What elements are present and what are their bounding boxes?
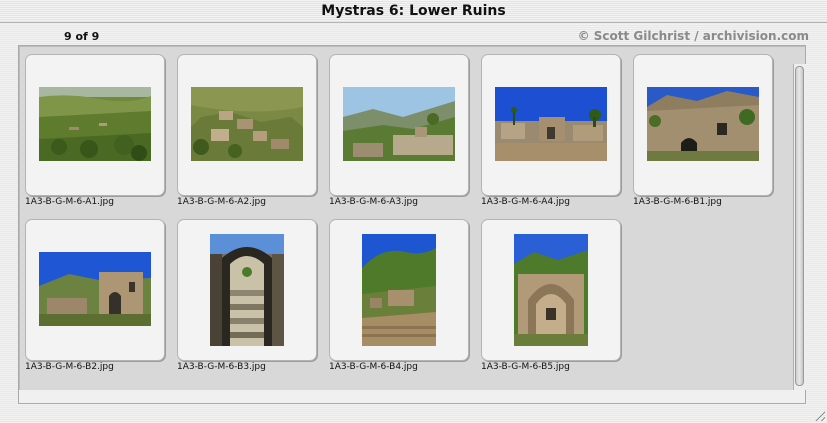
thumbnail-image[interactable] [39, 252, 151, 326]
thumbnail-item[interactable]: 1A3-B-G-M-6-B2.jpg [25, 219, 165, 379]
thumbnail-filename: 1A3-B-G-M-6-A4.jpg [481, 197, 570, 207]
thumbnail-filename: 1A3-B-G-M-6-A1.jpg [25, 197, 114, 207]
thumbnail-image[interactable] [343, 87, 455, 161]
thumbnail-item[interactable]: 1A3-B-G-M-6-A2.jpg [177, 54, 317, 214]
thumbnail-filename: 1A3-B-G-M-6-A3.jpg [329, 197, 418, 207]
thumbnail-image[interactable] [362, 234, 436, 346]
thumbnail-image[interactable] [210, 234, 284, 346]
thumbnail-item[interactable]: 1A3-B-G-M-6-B5.jpg [481, 219, 621, 379]
thumbnail-image[interactable] [647, 87, 759, 161]
thumbnail-image[interactable] [191, 87, 303, 161]
thumbnail-image[interactable] [495, 87, 607, 161]
thumbnail-item[interactable]: 1A3-B-G-M-6-A4.jpg [481, 54, 621, 214]
thumbnail-filename: 1A3-B-G-M-6-B1.jpg [633, 197, 722, 207]
image-count: 9 of 9 [64, 30, 100, 43]
thumbnail-filename: 1A3-B-G-M-6-B3.jpg [177, 362, 266, 372]
horizontal-scrollbar[interactable] [18, 390, 806, 404]
thumbnail-item[interactable]: 1A3-B-G-M-6-B1.jpg [633, 54, 773, 214]
thumbnail-filename: 1A3-B-G-M-6-B2.jpg [25, 362, 114, 372]
thumbnail-filename: 1A3-B-G-M-6-B5.jpg [481, 362, 570, 372]
window-title: Mystras 6: Lower Ruins [0, 0, 827, 23]
thumbnail-image[interactable] [514, 234, 588, 346]
thumbnail-image[interactable] [39, 87, 151, 161]
vertical-scroll-thumb[interactable] [795, 66, 804, 386]
thumbnail-item[interactable]: 1A3-B-G-M-6-A3.jpg [329, 54, 469, 214]
thumbnail-item[interactable]: 1A3-B-G-M-6-B3.jpg [177, 219, 317, 379]
thumbnail-item[interactable]: 1A3-B-G-M-6-B4.jpg [329, 219, 469, 379]
copyright-credit: © Scott Gilchrist / archivision.com [577, 29, 809, 43]
thumbnail-filename: 1A3-B-G-M-6-A2.jpg [177, 197, 266, 207]
thumbnail-filename: 1A3-B-G-M-6-B4.jpg [329, 362, 418, 372]
thumbnail-item[interactable]: 1A3-B-G-M-6-A1.jpg [25, 54, 165, 214]
